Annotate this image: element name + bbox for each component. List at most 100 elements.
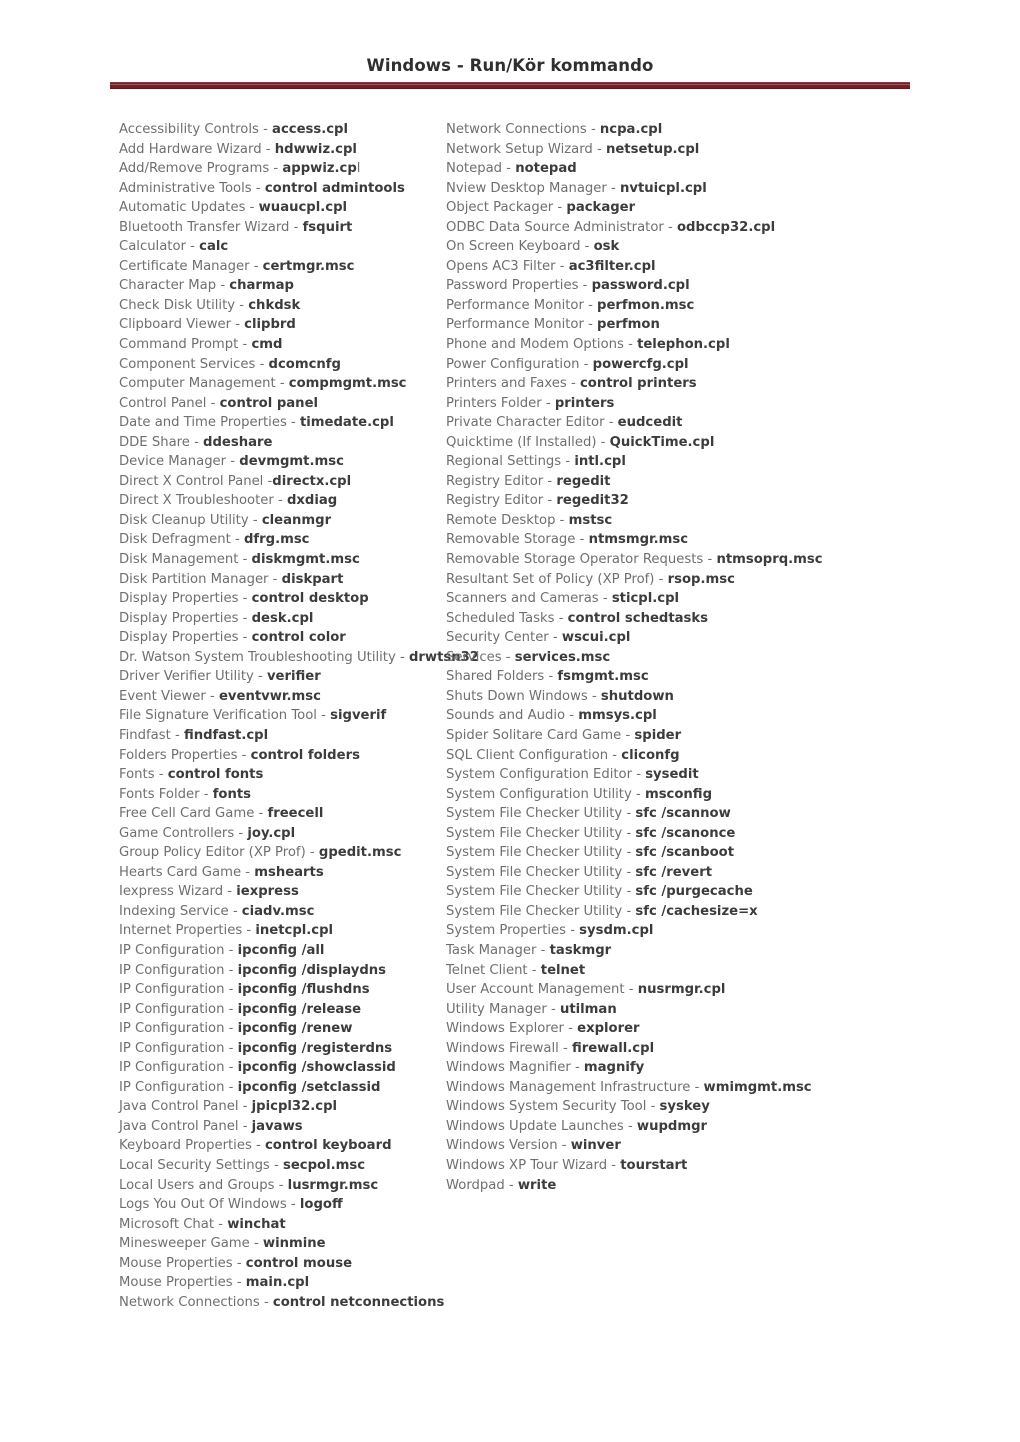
command-separator: - [632,767,646,783]
run-command: notepad [515,161,577,177]
command-description: Disk Cleanup Utility [119,512,249,528]
run-command: mshearts [254,864,324,880]
command-entry: Regional Settings - intl.cpl [446,452,1020,472]
command-entry: Add/Remove Programs - appwiz.cpl [119,159,425,179]
command-separator: - [268,571,282,587]
command-entry: Network Setup Wizard - netsetup.cpl [446,140,1020,160]
command-separator: - [224,1021,238,1037]
command-separator: - [199,786,213,802]
run-command: ac3filter.cpl [568,258,656,274]
command-description: System File Checker Utility [446,884,623,900]
command-entry: System File Checker Utility - sfc /purge… [446,882,1020,902]
run-command: ipconfig /release [237,1001,362,1017]
command-description: Shared Folders [446,669,545,685]
command-entry: Shared Folders - fsmgmt.msc [446,667,1020,687]
command-entry: IP Configuration - ipconfig /renew [119,1019,425,1039]
run-command: calc [199,239,229,255]
command-entry: System Configuration Utility - msconfig [446,785,1020,805]
command-list-columns: Accessibility Controls - access.cpl Add H… [0,120,1020,1312]
command-separator: - [622,806,636,822]
command-entry: Direct X Control Panel -directx.cpl [119,472,425,492]
command-entry: Shuts Down Windows - shutdown [446,687,1020,707]
run-command: diskpart [281,571,344,587]
run-command: fsquirt [302,219,353,235]
command-entry: Bluetooth Transfer Wizard - fsquirt [119,218,425,238]
command-entry: Logs You Out Of Windows - logoff [119,1195,425,1215]
command-description: DDE Share [119,434,190,450]
command-description: Fonts Folder [119,786,200,802]
command-description: System File Checker Utility [446,825,623,841]
command-description: SQL Client Configuration [446,747,609,763]
command-description: Scheduled Tasks [446,610,555,626]
run-command: powercfg.cpl [592,356,689,372]
command-entry: Control Panel - control panel [119,394,425,414]
run-command: taskmgr [549,942,612,958]
command-entry: Sounds and Audio - mmsys.cpl [446,706,1020,726]
command-description: Password Properties [446,278,579,294]
run-command: jpicpl32.cpl [251,1099,338,1115]
document-page: Windows - Run/Kör kommando Accessibility… [0,0,1020,1442]
run-command: msconfig [644,786,713,802]
command-description: Opens AC3 Filter [446,258,556,274]
run-command: control netconnections [272,1294,445,1310]
command-description: Private Character Editor [446,415,605,431]
page-title: Windows - Run/Kör kommando [366,56,654,75]
run-command: joy.cpl [247,825,296,841]
command-separator: - [536,942,550,958]
command-description: Automatic Updates [119,200,246,216]
run-command: control mouse [245,1255,353,1271]
command-entry: ODBC Data Source Administrator - odbccp3… [446,218,1020,238]
command-separator: - [251,1138,265,1154]
command-description: Indexing Service [119,903,229,919]
command-separator: - [566,376,580,392]
command-description: Network Connections [446,122,587,137]
command-description: Notepad [446,161,503,177]
command-description: Add/Remove Programs [119,161,270,177]
run-command: ntmsoprq.msc [716,552,823,568]
command-separator: - [543,473,557,489]
command-separator: - [553,200,567,216]
command-description: Shuts Down Windows [446,688,588,704]
command-separator: - [543,493,557,509]
run-command: sfc /purgecache [635,884,753,900]
command-entry: Keyboard Properties - control keyboard [119,1136,425,1156]
command-description: Disk Partition Manager [119,571,269,587]
run-command: netsetup.cpl [605,141,700,157]
command-entry: Printers Folder - printers [446,394,1020,414]
run-command: ntmsmgr.msc [588,532,689,548]
command-entry: Date and Time Properties - timedate.cpl [119,413,425,433]
run-command: iexpress [236,884,299,900]
run-command: gpedit.msc [318,845,402,861]
run-command: ddeshare [203,434,273,450]
command-separator: - [263,473,273,489]
run-command: ipconfig /flushdns [237,982,370,998]
command-entry: System File Checker Utility - sfc /cache… [446,902,1020,922]
command-separator: - [570,1060,584,1076]
command-separator: - [541,395,555,411]
command-description: Java Control Panel [119,1099,239,1115]
command-description: Display Properties [119,591,239,607]
command-entry: Administrative Tools - control admintool… [119,179,425,199]
run-command: explorer [577,1021,640,1037]
command-entry: Windows Explorer - explorer [446,1019,1020,1039]
run-command: javaws [251,1118,303,1134]
command-description: Hearts Card Game [119,864,242,880]
command-separator: - [224,942,238,958]
command-entry: Driver Verifier Utility - verifier [119,667,425,687]
command-description: Power Configuration [446,356,580,372]
command-description: Findfast [119,727,171,743]
command-separator: - [631,786,645,802]
command-entry: Folders Properties - control folders [119,746,425,766]
command-separator: - [189,434,204,450]
run-command: control schedtasks [567,610,709,626]
command-description: Fonts [119,767,155,783]
command-description: Internet Properties [119,923,243,939]
command-entry: IP Configuration - ipconfig /all [119,941,425,961]
command-description: Clipboard Viewer [119,317,232,333]
run-command: cleanmgr [261,512,332,528]
run-command: fsmgmt.msc [557,669,649,685]
command-entry: Windows Management Infrastructure - wmim… [446,1078,1020,1098]
command-entry: System File Checker Utility - sfc /rever… [446,863,1020,883]
command-separator: - [624,982,638,998]
command-description: Driver Verifier Utility [119,669,254,685]
